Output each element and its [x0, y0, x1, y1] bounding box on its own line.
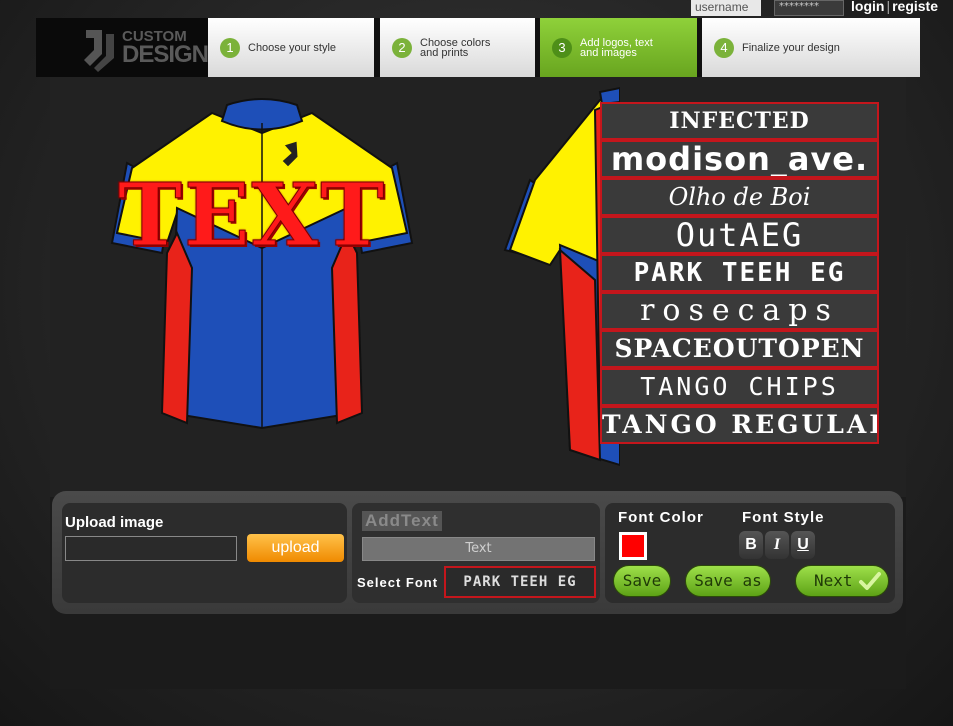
- upload-button[interactable]: upload: [247, 534, 344, 562]
- username-field[interactable]: username: [691, 0, 761, 16]
- login-link[interactable]: login: [851, 0, 884, 14]
- font-option-outaeg[interactable]: OutAEG: [600, 216, 879, 254]
- text-input[interactable]: Text: [362, 537, 595, 561]
- control-panel: Upload image upload AddText Text Select …: [52, 491, 903, 614]
- font-style-title: Font Style: [742, 509, 825, 526]
- upload-title: Upload image: [65, 514, 164, 531]
- next-button[interactable]: Next: [795, 565, 889, 597]
- style-actions-section: Font Color Font Style B I U Save Save as…: [605, 503, 895, 603]
- step-number: 1: [220, 37, 240, 58]
- font-option-rosecaps[interactable]: rosecaps: [600, 292, 879, 330]
- step-label: Add logos, text and images: [580, 36, 653, 59]
- step-choose-style[interactable]: 1 Choose your style: [208, 18, 374, 77]
- font-option-tango-regular[interactable]: TANGO REGULAR: [600, 406, 879, 444]
- step-finalize[interactable]: 4 Finalize your design: [702, 18, 920, 77]
- header-steps: CUSTOM DESIGN 1 Choose your style 2 Choo…: [36, 18, 920, 77]
- step-label: Finalize your design: [742, 41, 840, 54]
- logo-mark-icon: [84, 30, 114, 72]
- save-as-button[interactable]: Save as: [685, 565, 771, 597]
- font-color-swatch[interactable]: [619, 532, 647, 560]
- add-text-title: AddText: [362, 511, 442, 531]
- underline-button[interactable]: U: [791, 531, 815, 559]
- bold-button[interactable]: B: [739, 531, 763, 559]
- register-link[interactable]: registe: [892, 0, 938, 14]
- font-option-park-teeh-eg[interactable]: PARK TEEH EG: [600, 254, 879, 292]
- font-picker-list: INFECTED modison_ave. Olho de Boi OutAEG…: [600, 102, 879, 444]
- checkmark-icon: [859, 572, 881, 590]
- design-text-overlay[interactable]: TEXT: [117, 165, 386, 267]
- font-select-dropdown[interactable]: PARK TEEH EG: [444, 566, 596, 598]
- password-field[interactable]: ********: [774, 0, 844, 16]
- font-option-spaceoutopen[interactable]: SPACEOUTOPEN: [600, 330, 879, 368]
- brand-logo[interactable]: CUSTOM DESIGN: [36, 18, 209, 77]
- add-text-section: AddText Text Select Font PARK TEEH EG: [352, 503, 600, 603]
- step-number: 4: [714, 37, 734, 58]
- upload-file-input[interactable]: [65, 536, 237, 561]
- step-add-logos[interactable]: 3 Add logos, text and images: [540, 18, 697, 77]
- auth-separator: |: [886, 0, 891, 14]
- step-choose-colors[interactable]: 2 Choose colors and prints: [380, 18, 535, 77]
- font-option-infected[interactable]: INFECTED: [600, 102, 879, 140]
- font-color-title: Font Color: [618, 509, 704, 526]
- upload-section: Upload image upload: [62, 503, 347, 603]
- brand-wordmark: CUSTOM DESIGN: [122, 28, 209, 68]
- step-number: 2: [392, 37, 412, 58]
- login-strip: username ******** login | registe: [691, 0, 953, 18]
- save-button[interactable]: Save: [613, 565, 671, 597]
- font-option-olho-de-boi[interactable]: Olho de Boi: [600, 178, 879, 216]
- font-option-tango-chips[interactable]: TANGO CHIPS: [600, 368, 879, 406]
- next-label: Next: [814, 571, 853, 590]
- step-label: Choose colors and prints: [420, 36, 491, 59]
- auth-links: login | registe: [851, 0, 938, 14]
- brand-line2: DESIGN: [122, 41, 209, 68]
- step-label: Choose your style: [248, 41, 337, 54]
- italic-button[interactable]: I: [765, 531, 789, 559]
- step-number: 3: [552, 37, 572, 58]
- font-option-madison-ave[interactable]: modison_ave.: [600, 140, 879, 178]
- select-font-label: Select Font: [357, 575, 439, 590]
